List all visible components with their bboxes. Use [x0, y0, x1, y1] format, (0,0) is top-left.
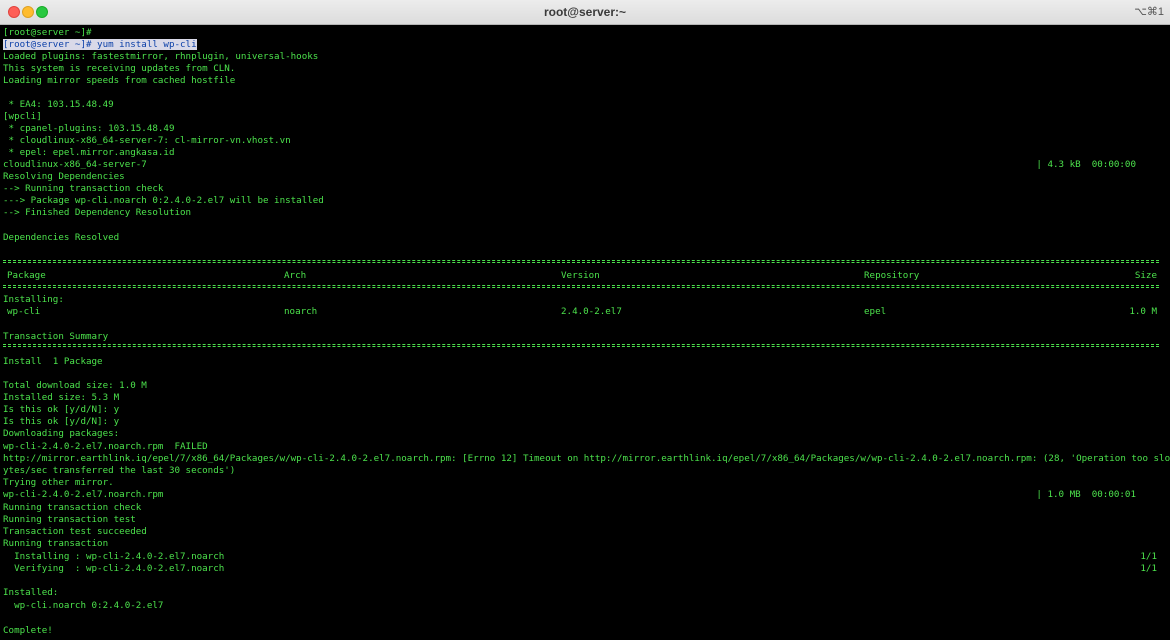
- selected-command[interactable]: [root@server ~]# yum install wp-cli: [3, 39, 197, 50]
- table-separator: [3, 285, 1159, 288]
- table-cell-package: wp-cli: [7, 306, 41, 317]
- window-titlebar: root@server:~ ⌥⌘1: [0, 0, 1170, 25]
- terminal-line: This system is receiving updates from CL…: [3, 63, 236, 74]
- terminal-line: Running transaction: [3, 538, 109, 549]
- verifying-progress: 1/1: [1140, 563, 1157, 574]
- table-cell-repository: epel: [864, 306, 887, 317]
- table-header-size: Size: [1134, 270, 1157, 281]
- terminal-line: Verifying : wp-cli-2.4.0-2.el7.noarch: [3, 563, 225, 574]
- repo-metadata-size: | 4.3 kB 00:00:00: [1036, 159, 1136, 170]
- summary-separator: [3, 344, 1159, 347]
- terminal-line: Resolving Dependencies: [3, 171, 125, 182]
- terminal-line: * cloudlinux-x86_64-server-7: cl-mirror-…: [3, 135, 291, 146]
- terminal-line: ytes/sec transferred the last 30 seconds…: [3, 465, 236, 476]
- terminal-line: wp-cli.noarch 0:2.4.0-2.el7: [3, 600, 164, 611]
- window-title: root@server:~: [543, 5, 627, 19]
- terminal-line: Complete!: [3, 625, 53, 636]
- terminal-line: * EA4: 103.15.48.49: [3, 99, 114, 110]
- table-header-repository: Repository: [864, 270, 920, 281]
- terminal-line: Running transaction check: [3, 502, 142, 513]
- terminal-line: Dependencies Resolved: [3, 232, 120, 243]
- terminal-line: Is this ok [y/d/N]: y: [3, 404, 120, 415]
- terminal-line: Installed:: [3, 587, 59, 598]
- terminal-line[interactable]: [root@server ~]# yum install wp-cli: [3, 39, 197, 51]
- terminal-line: ---> Package wp-cli.noarch 0:2.4.0-2.el7…: [3, 195, 324, 206]
- download-size: | 1.0 MB 00:00:01: [1036, 489, 1136, 500]
- window-shortcut: ⌥⌘1: [1134, 6, 1164, 18]
- terminal-line: Transaction Summary: [3, 331, 109, 342]
- table-cell-version: 2.4.0-2.el7: [561, 306, 622, 317]
- terminal-line: Downloading packages:: [3, 428, 120, 439]
- installing-progress: 1/1: [1140, 551, 1157, 562]
- terminal-line: Installing:: [3, 294, 64, 305]
- terminal-line: Installing : wp-cli-2.4.0-2.el7.noarch: [3, 551, 225, 562]
- terminal-line: cloudlinux-x86_64-server-7: [3, 159, 147, 170]
- terminal-line: * epel: epel.mirror.angkasa.id: [3, 147, 175, 158]
- terminal-line: * cpanel-plugins: 103.15.48.49: [3, 123, 175, 134]
- table-separator: [3, 260, 1159, 263]
- terminal-line: Installed size: 5.3 M: [3, 392, 120, 403]
- table-header-package: Package: [7, 270, 46, 281]
- terminal-line: [root@server ~]#: [3, 27, 92, 38]
- terminal-line: Running transaction test: [3, 514, 136, 525]
- terminal-line: wp-cli-2.4.0-2.el7.noarch.rpm: [3, 489, 164, 500]
- terminal-line: Loaded plugins: fastestmirror, rhnplugin…: [3, 51, 319, 62]
- terminal-line: http://mirror.earthlink.iq/epel/7/x86_64…: [3, 453, 1170, 464]
- terminal-line: Install 1 Package: [3, 356, 103, 367]
- terminal-line: wp-cli-2.4.0-2.el7.noarch.rpm FAILED: [3, 441, 208, 452]
- terminal-line: Total download size: 1.0 M: [3, 380, 147, 391]
- terminal-line: Trying other mirror.: [3, 477, 114, 488]
- table-cell-size: 1.0 M: [1129, 306, 1157, 317]
- terminal-line: Transaction test succeeded: [3, 526, 147, 537]
- table-cell-arch: noarch: [284, 306, 318, 317]
- terminal-output[interactable]: [root@server ~]# [root@server ~]# yum in…: [0, 25, 1170, 640]
- table-header-version: Version: [561, 270, 600, 281]
- terminal-line: --> Finished Dependency Resolution: [3, 207, 192, 218]
- terminal-line: [wpcli]: [3, 111, 42, 122]
- terminal-line: Loading mirror speeds from cached hostfi…: [3, 75, 236, 86]
- terminal-line: Is this ok [y/d/N]: y: [3, 416, 120, 427]
- terminal-line: --> Running transaction check: [3, 183, 164, 194]
- table-header-arch: Arch: [284, 270, 307, 281]
